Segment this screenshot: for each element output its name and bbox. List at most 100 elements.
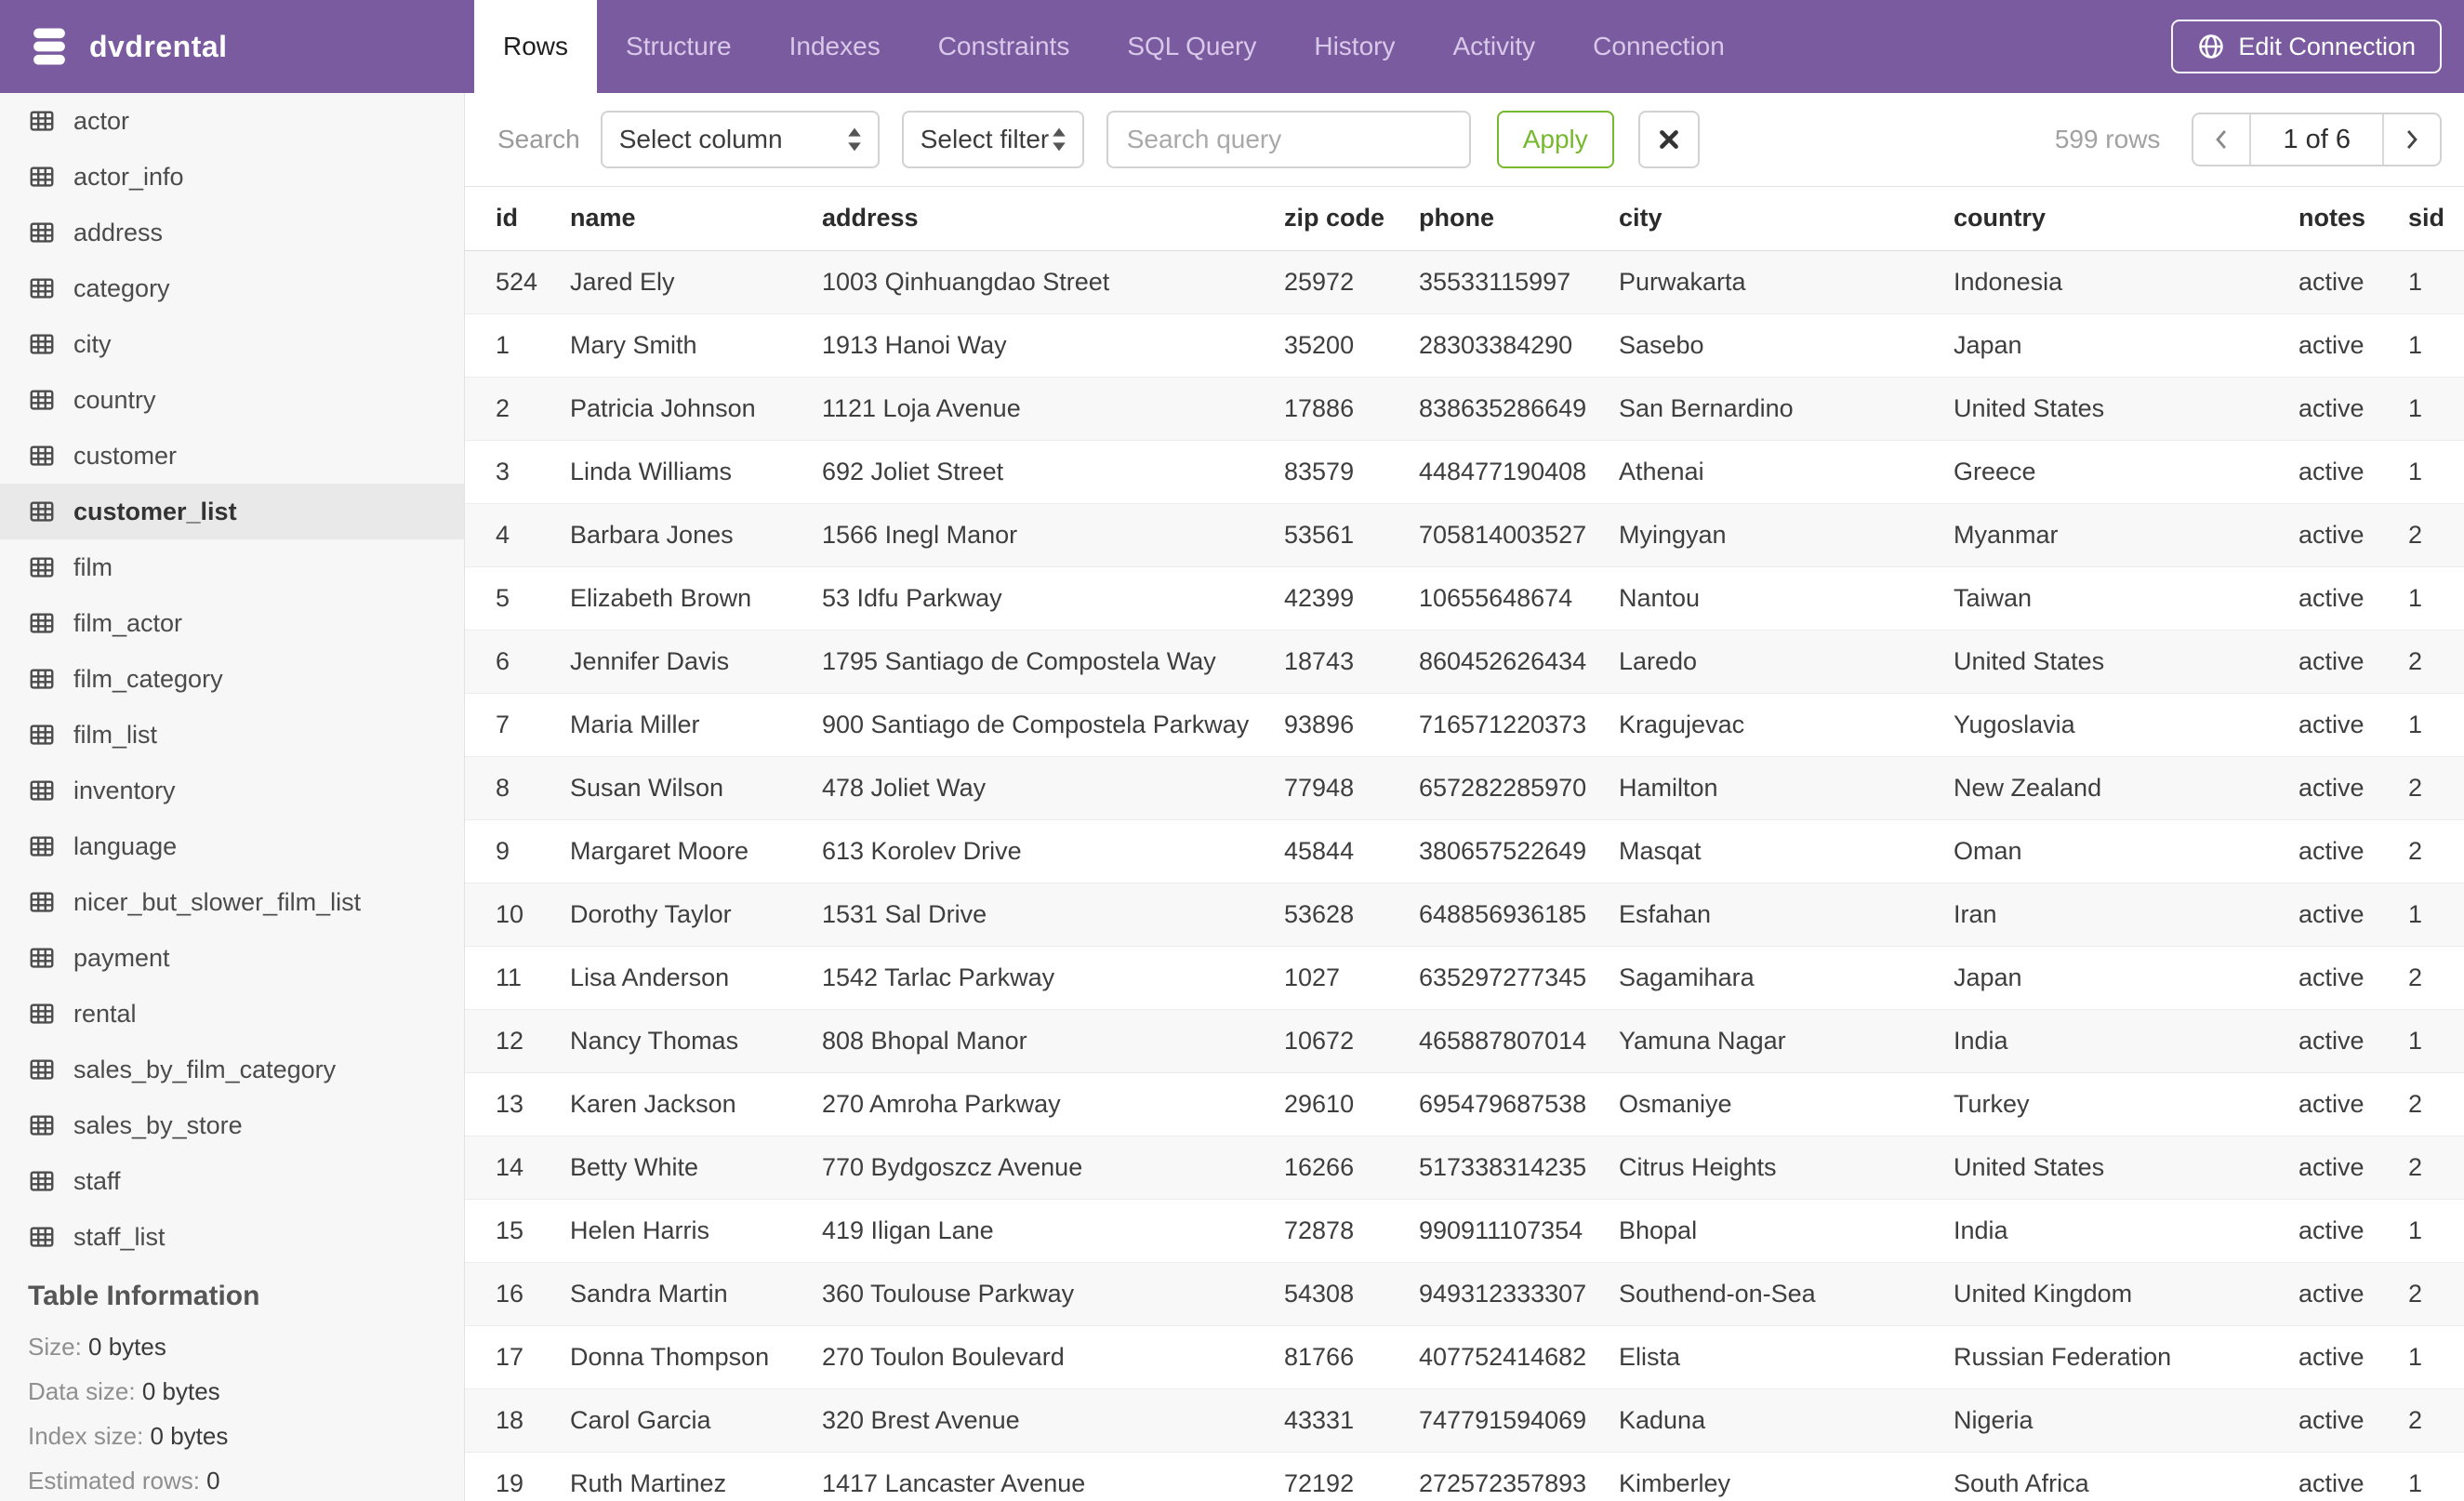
table-row[interactable]: 12 Nancy Thomas 808 Bhopal Manor 10672 46588… <box>465 1009 2464 1072</box>
table-row[interactable]: 6 Jennifer Davis 1795 Santiago de Composte… <box>465 630 2464 693</box>
sidebar-item-sales-by-film-category[interactable]: sales_by_film_category <box>0 1042 464 1097</box>
globe-icon <box>2199 34 2224 59</box>
table-cell: Osmaniye <box>1619 1089 1732 1118</box>
table-cell: 9 <box>496 836 510 865</box>
table-cell: Margaret Moore <box>570 836 749 865</box>
table-cell: Patricia Johnson <box>570 393 756 422</box>
table-row[interactable]: 8 Susan Wilson 478 Joliet Way 77948 65728228… <box>465 756 2464 819</box>
column-header-id[interactable]: id <box>465 187 570 251</box>
table-cell: 2 <box>2408 1152 2423 1181</box>
table-cell: 1 <box>2408 583 2423 612</box>
column-header-zip-code[interactable]: zip code <box>1284 187 1419 251</box>
table-row[interactable]: 2 Patricia Johnson 1121 Loja Avenue 17886 83… <box>465 377 2464 440</box>
info-value: 0 <box>206 1466 220 1494</box>
table-cell: 270 Amroha Parkway <box>822 1089 1061 1118</box>
sidebar-item-actor-info[interactable]: actor_info <box>0 149 464 205</box>
search-query-input[interactable] <box>1106 111 1471 168</box>
table-cell: 1027 <box>1284 963 1341 991</box>
filter-select[interactable]: Select filter <box>901 111 1084 168</box>
table-row[interactable]: 18 Carol Garcia 320 Brest Avenue 43331 74779… <box>465 1388 2464 1452</box>
table-cell: 320 Brest Avenue <box>822 1405 1020 1434</box>
table-cell: 448477190408 <box>1419 457 1587 485</box>
tab-sql-query[interactable]: SQL Query <box>1098 0 1285 93</box>
column-header-sid[interactable]: sid <box>2408 187 2464 251</box>
table-cell: active <box>2298 583 2365 612</box>
table-row[interactable]: 5 Elizabeth Brown 53 Idfu Parkway 42399 1065… <box>465 566 2464 630</box>
table-row[interactable]: 7 Maria Miller 900 Santiago de Compostela … <box>465 693 2464 756</box>
tab-indexes[interactable]: Indexes <box>761 0 909 93</box>
sidebar-item-language[interactable]: language <box>0 818 464 874</box>
table-cell: 83579 <box>1284 457 1355 485</box>
apply-button[interactable]: Apply <box>1496 111 1614 168</box>
sidebar: actor actor_info address category city c… <box>0 93 465 1501</box>
sidebar-item-film-list[interactable]: film_list <box>0 707 464 763</box>
sidebar-item-inventory[interactable]: inventory <box>0 763 464 818</box>
sidebar-item-staff-list[interactable]: staff_list <box>0 1209 464 1265</box>
column-header-address[interactable]: address <box>822 187 1284 251</box>
table-cell: Helen Harris <box>570 1215 710 1244</box>
table-cell: Sagamihara <box>1619 963 1755 991</box>
table-header-row: id name address zip code phone city country not… <box>465 187 2464 251</box>
sidebar-item-customer-list[interactable]: customer_list <box>0 484 464 539</box>
table-row[interactable]: 9 Margaret Moore 613 Korolev Drive 45844 380… <box>465 819 2464 883</box>
table-row[interactable]: 524 Jared Ely 1003 Qinhuangdao Street 25972… <box>465 250 2464 313</box>
sidebar-item-label: film <box>73 552 113 581</box>
tab-history[interactable]: History <box>1285 0 1424 93</box>
next-page-button[interactable] <box>2382 114 2440 165</box>
table-cell: 478 Joliet Way <box>822 773 987 802</box>
table-row[interactable]: 16 Sandra Martin 360 Toulouse Parkway 54308… <box>465 1262 2464 1325</box>
table-cell: Purwakarta <box>1619 267 1746 296</box>
table-row[interactable]: 14 Betty White 770 Bydgoszcz Avenue 16266 51… <box>465 1136 2464 1199</box>
table-row[interactable]: 19 Ruth Martinez 1417 Lancaster Avenue 7219… <box>465 1452 2464 1501</box>
sidebar-item-film[interactable]: film <box>0 539 464 595</box>
table-cell: Greece <box>1954 457 2036 485</box>
tab-activity[interactable]: Activity <box>1424 0 1564 93</box>
column-header-phone[interactable]: phone <box>1419 187 1619 251</box>
edit-connection-button[interactable]: Edit Connection <box>2171 20 2442 73</box>
table-icon <box>30 669 54 689</box>
column-header-city[interactable]: city <box>1619 187 1954 251</box>
table-row[interactable]: 11 Lisa Anderson 1542 Tarlac Parkway 1027 63… <box>465 946 2464 1009</box>
sidebar-item-film-category[interactable]: film_category <box>0 651 464 707</box>
tab-connection[interactable]: Connection <box>1564 0 1754 93</box>
sidebar-item-city[interactable]: city <box>0 316 464 372</box>
column-header-name[interactable]: name <box>570 187 822 251</box>
sidebar-item-address[interactable]: address <box>0 205 464 260</box>
table-cell: 53561 <box>1284 520 1355 549</box>
column-header-notes[interactable]: notes <box>2298 187 2408 251</box>
column-select[interactable]: Select column <box>600 111 880 168</box>
table-cell: 1795 Santiago de Compostela Way <box>822 646 1216 675</box>
table-row[interactable]: 17 Donna Thompson 270 Toulon Boulevard 8176… <box>465 1325 2464 1388</box>
table-cell: Betty White <box>570 1152 699 1181</box>
table-cell: active <box>2298 1342 2365 1371</box>
clear-filter-button[interactable] <box>1637 111 1700 168</box>
table-row[interactable]: 1 Mary Smith 1913 Hanoi Way 35200 2830338429… <box>465 313 2464 377</box>
sidebar-item-nicer-but-slower-film-list[interactable]: nicer_but_slower_film_list <box>0 874 464 930</box>
table-cell: 3 <box>496 457 510 485</box>
table-cell: 11 <box>496 963 523 991</box>
table-cell: 1913 Hanoi Way <box>822 330 1007 359</box>
sidebar-item-actor[interactable]: actor <box>0 93 464 149</box>
table-cell: 25972 <box>1284 267 1355 296</box>
tab-structure[interactable]: Structure <box>597 0 761 93</box>
tab-rows[interactable]: Rows <box>474 0 598 93</box>
table-row[interactable]: 10 Dorothy Taylor 1531 Sal Drive 53628 64885… <box>465 883 2464 946</box>
sidebar-item-sales-by-store[interactable]: sales_by_store <box>0 1097 464 1153</box>
table-cell: San Bernardino <box>1619 393 1794 422</box>
sidebar-item-staff[interactable]: staff <box>0 1153 464 1209</box>
table-cell: 1 <box>2408 710 2423 738</box>
table-row[interactable]: 3 Linda Williams 692 Joliet Street 83579 448… <box>465 440 2464 503</box>
sidebar-item-category[interactable]: category <box>0 260 464 316</box>
previous-page-button[interactable] <box>2193 114 2252 165</box>
sidebar-item-customer[interactable]: customer <box>0 428 464 484</box>
sidebar-item-rental[interactable]: rental <box>0 986 464 1042</box>
tab-constraints[interactable]: Constraints <box>909 0 1099 93</box>
table-row[interactable]: 15 Helen Harris 419 Iligan Lane 72878 990911… <box>465 1199 2464 1262</box>
table-row[interactable]: 13 Karen Jackson 270 Amroha Parkway 29610 69… <box>465 1072 2464 1136</box>
table-row[interactable]: 4 Barbara Jones 1566 Inegl Manor 53561 70581… <box>465 503 2464 566</box>
sidebar-item-film-actor[interactable]: film_actor <box>0 595 464 651</box>
sidebar-item-country[interactable]: country <box>0 372 464 428</box>
table-cell: 900 Santiago de Compostela Parkway <box>822 710 1250 738</box>
column-header-country[interactable]: country <box>1954 187 2298 251</box>
sidebar-item-payment[interactable]: payment <box>0 930 464 986</box>
